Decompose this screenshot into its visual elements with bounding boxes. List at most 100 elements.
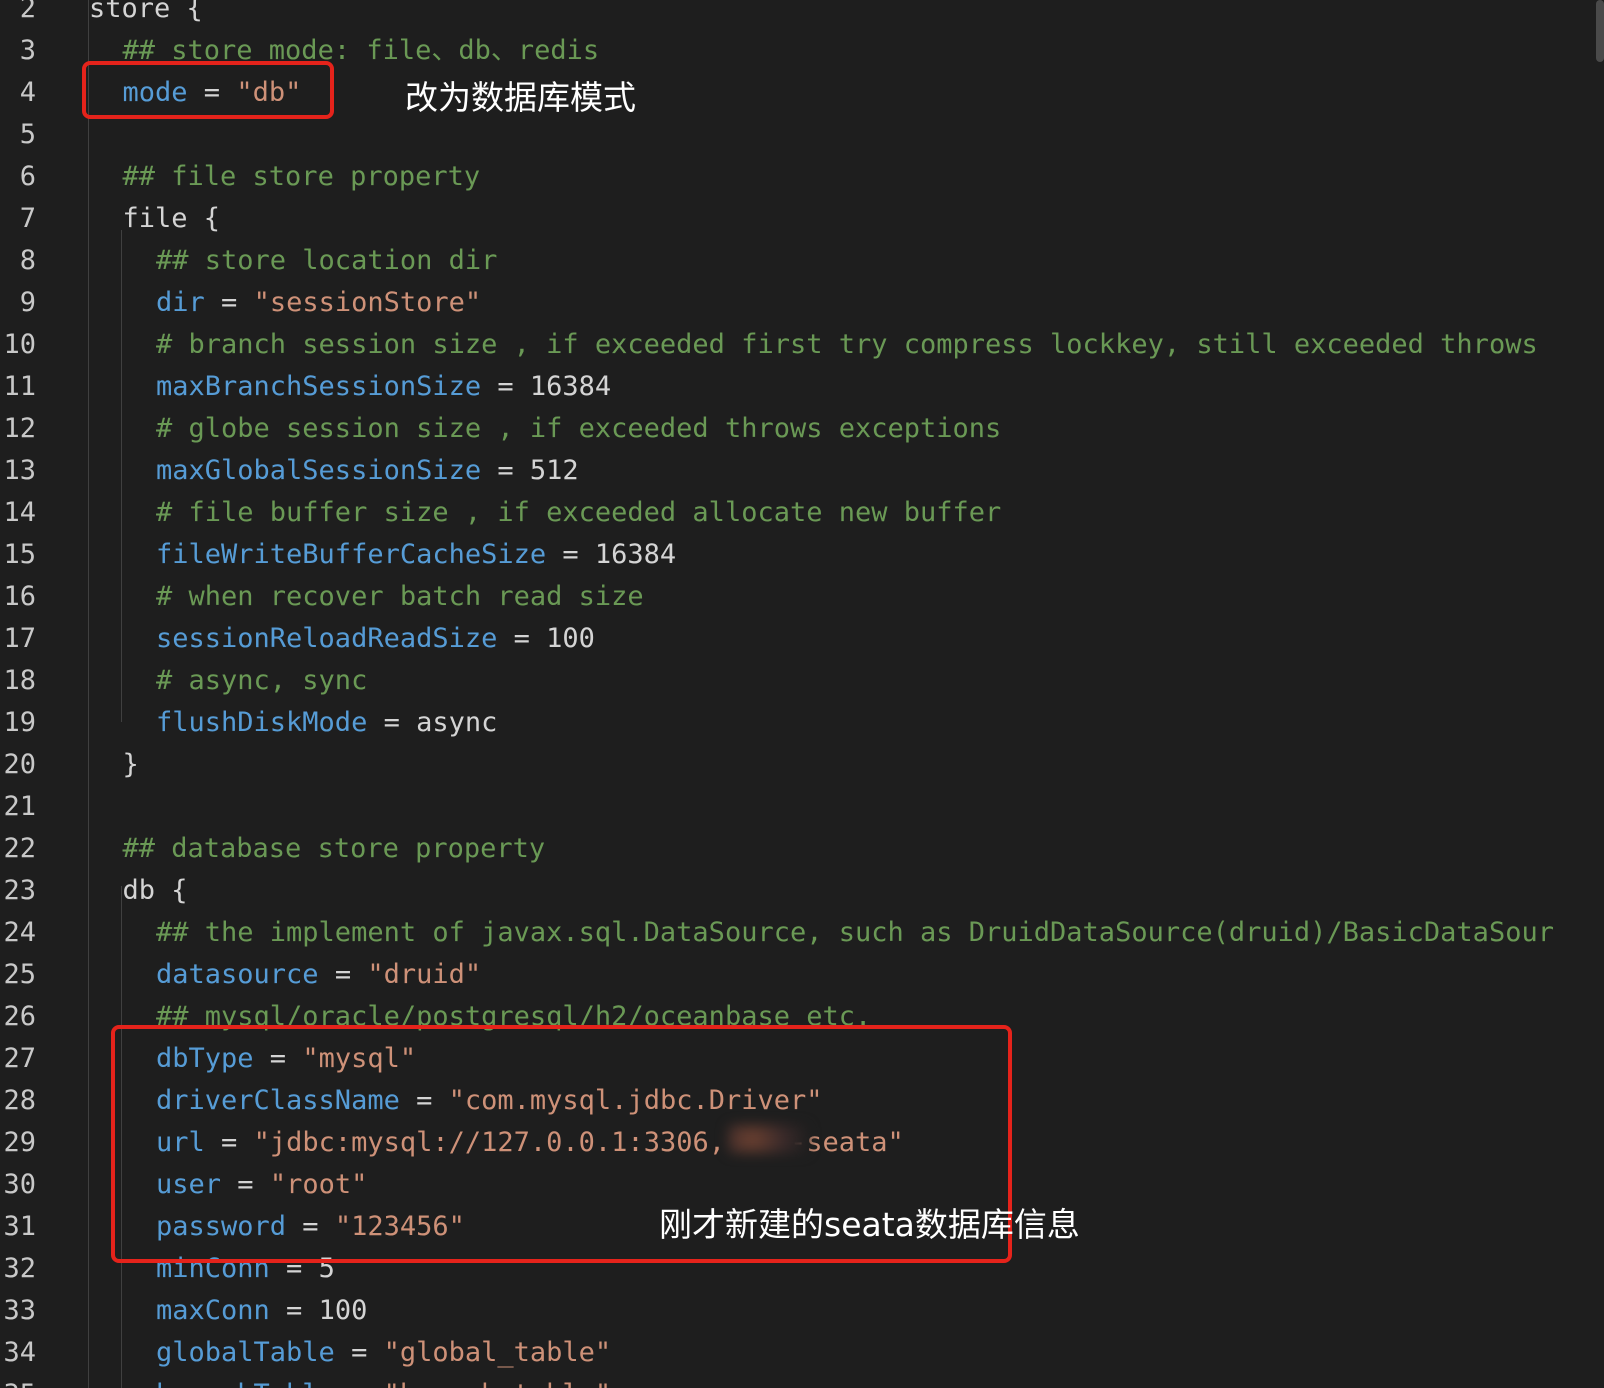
line-number: 7 [19,203,36,234]
code-token: ## file store property [122,161,481,192]
line-number: 28 [3,1085,36,1116]
code-line: 16 # when recover batch read size [0,576,1604,617]
code-token: "sessionStore" [253,287,482,318]
code-line: 33 maxConn = 100 [0,1290,1604,1331]
code-token: datasource [156,959,319,990]
line-code: datasource = "druid" [156,954,481,995]
code-line: 7 file { [0,198,1604,239]
code-token: = [204,287,254,318]
line-number: 22 [3,833,36,864]
line-number: 17 [3,623,36,654]
line-number: 24 [3,917,36,948]
code-line: 17 sessionReloadReadSize = 100 [0,618,1604,659]
line-number: 19 [3,707,36,738]
code-editor[interactable]: 2 store {3 ## store mode: file、db、redis 4 mo… [0,0,1604,1388]
code-line: 23 db { [0,870,1604,911]
vertical-scrollbar[interactable] [1596,0,1604,62]
code-token: = 16384 [546,539,677,570]
code-line: 2 store { [0,0,1604,29]
line-code: fileWriteBufferCacheSize = 16384 [156,534,676,575]
line-number: 3 [19,35,36,66]
code-line: 15 fileWriteBufferCacheSize = 16384 [0,534,1604,575]
line-number: 8 [19,245,36,276]
code-token: sessionReloadReadSize [156,623,498,654]
line-code: } [123,744,139,785]
line-number: 21 [3,791,36,822]
code-line: 21 [0,786,1604,827]
line-code: # branch session size , if exceeded firs… [156,324,1538,365]
code-line: 25 datasource = "druid" [0,954,1604,995]
line-code: sessionReloadReadSize = 100 [156,618,595,659]
code-token: = 16384 [481,371,612,402]
code-line: 19 flushDiskMode = async [0,702,1604,743]
code-line: 11 maxBranchSessionSize = 16384 [0,366,1604,407]
code-line: 20} [0,744,1604,785]
line-number: 34 [3,1337,36,1368]
line-number: 12 [3,413,36,444]
line-number: 23 [3,875,36,906]
code-token: = async [367,707,498,738]
code-token: = 512 [481,455,579,486]
code-line: 24 ## the implement of javax.sql.DataSour… [0,912,1604,953]
code-token: # async, sync [156,665,368,696]
code-token: fileWriteBufferCacheSize [156,539,547,570]
line-number: 15 [3,539,36,570]
code-token: "branch_table" [384,1379,612,1388]
code-token: dir [156,287,205,318]
code-line: 18 # async, sync [0,660,1604,701]
line-code: flushDiskMode = async [156,702,497,743]
line-code: # file buffer size , if exceeded allocat… [156,492,1001,533]
line-code: # when recover batch read size [156,576,644,617]
line-code: file { [123,198,221,239]
code-token: branchTable [156,1379,335,1388]
line-number: 4 [19,77,36,108]
line-number: 14 [3,497,36,528]
line-code: maxBranchSessionSize = 16384 [156,366,611,407]
line-number: 32 [3,1253,36,1284]
code-line: 12 # globe session size , if exceeded thr… [0,408,1604,449]
code-line: 8 ## store location dir [0,240,1604,281]
line-number: 35 [0,1374,36,1388]
line-code: maxGlobalSessionSize = 512 [156,450,579,491]
code-token: } [122,749,139,780]
annotation-db-note: 刚才新建的seata数据库信息 [659,1205,1080,1244]
code-token: = [334,1337,384,1368]
code-token: ## database store property [122,833,546,864]
code-line: 22 ## database store property [0,828,1604,869]
code-token: db { [122,875,188,906]
line-code: globalTable = "global_table" [156,1332,611,1373]
code-line: 9 dir = "sessionStore" [0,282,1604,323]
line-code: dir = "sessionStore" [156,282,481,323]
line-number: 2 [19,0,36,24]
line-number: 20 [3,749,36,780]
code-line: 34 globalTable = "global_table" [0,1332,1604,1373]
code-token: store { [89,0,203,24]
code-token: # when recover batch read size [156,581,644,612]
line-number: 5 [19,119,36,150]
code-token: # branch session size , if exceeded firs… [156,329,1538,360]
code-token: = [335,1379,384,1388]
line-number: 6 [19,161,36,192]
code-token: = 100 [497,623,595,654]
line-number: 25 [3,959,36,990]
code-line: 6 ## file store property [0,156,1604,197]
code-token: "global_table" [383,1337,612,1368]
code-line: 5 [0,114,1604,155]
line-code: # globe session size , if exceeded throw… [156,408,1001,449]
line-code: ## store location dir [156,240,497,281]
code-token: maxGlobalSessionSize [156,455,482,486]
line-number: 33 [3,1295,36,1326]
code-token: = [318,959,368,990]
line-number: 31 [3,1211,36,1242]
code-token: globalTable [156,1337,335,1368]
code-token: ## the implement of javax.sql.DataSource… [156,917,1554,948]
line-number: 27 [3,1043,36,1074]
line-number: 18 [3,665,36,696]
highlight-box-mode [82,61,334,119]
line-code: ## the implement of javax.sql.DataSource… [156,912,1554,953]
code-token: "druid" [367,959,482,990]
code-token: maxBranchSessionSize [156,371,482,402]
code-line: 35 branchTable = "branch_table" [0,1374,1604,1388]
line-number: 11 [3,371,36,402]
line-number: 26 [3,1001,36,1032]
